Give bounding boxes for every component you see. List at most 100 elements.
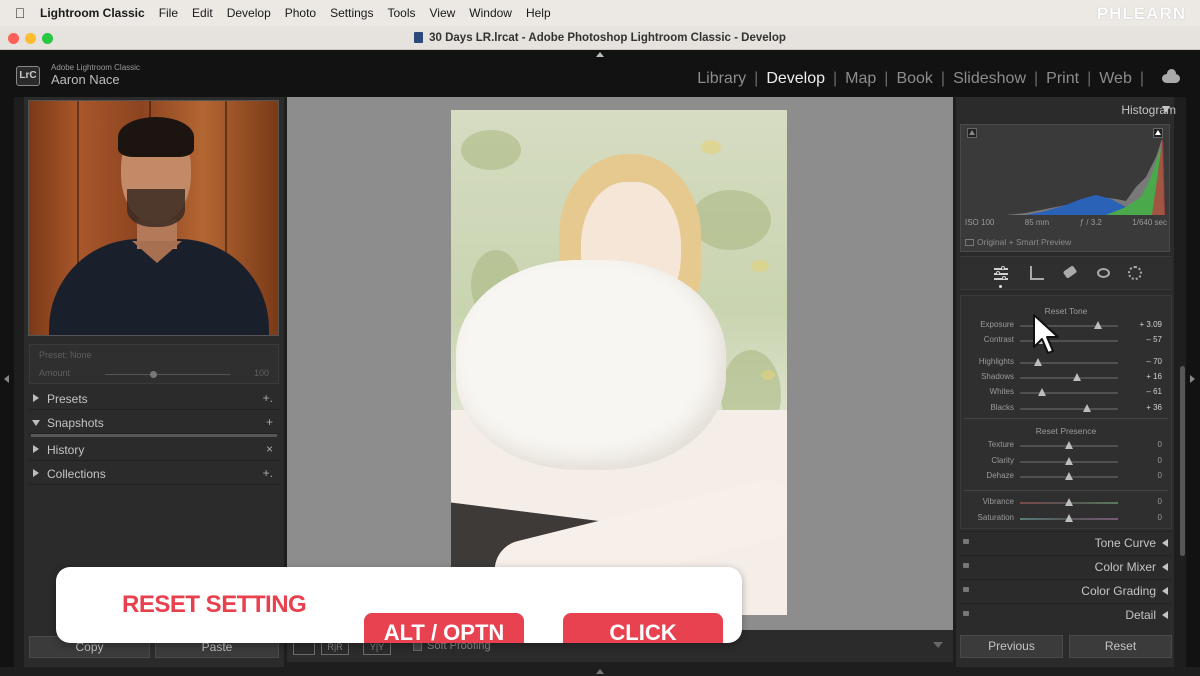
color-grading-section[interactable]: Color Grading [960,579,1172,601]
collections-section[interactable]: Collections +. [29,463,279,485]
expand-triangle-icon[interactable] [33,445,39,453]
menu-file[interactable]: File [159,6,178,20]
apple-icon[interactable]:  [0,5,40,21]
slider-clarity[interactable]: Clarity 0 [960,456,1172,468]
slider-knob[interactable] [1072,373,1081,381]
masking-icon[interactable] [1128,266,1142,280]
panel-switch-icon[interactable] [963,611,969,616]
slider-contrast[interactable]: Contrast – 57 [960,335,1172,347]
slider-shadows[interactable]: Shadows + 16 [960,372,1172,384]
slider-value[interactable]: 0 [1158,471,1162,480]
amount-slider-knob[interactable] [150,371,157,378]
slider-value[interactable]: – 57 [1146,335,1162,344]
module-library[interactable]: Library [697,70,746,88]
panel-switch-icon[interactable] [963,587,969,592]
histogram-collapse-icon[interactable] [1162,106,1170,113]
snapshots-section[interactable]: Snapshots + [29,412,279,434]
panel-switch-icon[interactable] [963,563,969,568]
slider-knob[interactable] [1082,404,1091,412]
healing-eraser-icon[interactable] [1062,265,1078,279]
expand-triangle-icon[interactable] [1162,563,1168,571]
module-print[interactable]: Print [1046,70,1079,88]
menu-photo[interactable]: Photo [285,6,316,20]
slider-value[interactable]: 0 [1158,456,1162,465]
collapse-left-icon[interactable] [4,375,9,383]
slider-track[interactable] [1020,392,1118,394]
slider-knob[interactable] [1065,457,1073,465]
menu-develop[interactable]: Develop [227,6,271,20]
slider-track[interactable] [1020,408,1118,410]
slider-saturation[interactable]: Saturation 0 [960,513,1172,525]
slider-value[interactable]: + 3.09 [1140,320,1162,329]
menu-tools[interactable]: Tools [387,6,415,20]
slider-knob[interactable] [1094,321,1103,329]
soft-proofing-checkbox[interactable] [413,642,422,651]
detail-section[interactable]: Detail [960,603,1172,625]
minimize-window-button[interactable] [25,33,36,44]
history-section[interactable]: History × [29,439,279,461]
slider-value[interactable]: – 61 [1146,387,1162,396]
snapshots-list-scroller[interactable] [31,434,277,437]
module-web[interactable]: Web [1099,70,1132,88]
crop-icon[interactable] [1030,266,1044,280]
left-panel-edge[interactable] [0,97,14,667]
slider-blacks[interactable]: Blacks + 36 [960,403,1172,415]
expand-triangle-icon[interactable] [33,469,39,477]
zoom-window-button[interactable] [42,33,53,44]
slider-track[interactable] [1020,377,1118,379]
menu-settings[interactable]: Settings [330,6,373,20]
slider-whites[interactable]: Whites – 61 [960,387,1172,399]
clear-history-icon[interactable]: × [266,442,273,456]
amount-slider-track[interactable] [105,374,230,375]
tone-curve-section[interactable]: Tone Curve [960,531,1172,553]
reset-tone-label[interactable]: Reset Tone [960,306,1172,316]
menu-help[interactable]: Help [526,6,551,20]
slider-value[interactable]: 0 [1158,440,1162,449]
expand-triangle-icon[interactable] [1162,611,1168,619]
presets-section[interactable]: Presets +. [29,388,279,410]
slider-knob[interactable] [1033,358,1042,366]
module-book[interactable]: Book [896,70,932,88]
slider-dehaze[interactable]: Dehaze 0 [960,471,1172,483]
slider-value[interactable]: + 16 [1146,372,1162,381]
module-map[interactable]: Map [845,70,876,88]
close-window-button[interactable] [8,33,19,44]
collapse-triangle-icon[interactable] [32,420,40,426]
original-smart-preview[interactable]: Original + Smart Preview [965,237,1071,247]
module-slideshow[interactable]: Slideshow [953,70,1026,88]
reset-button[interactable]: Reset [1069,635,1172,658]
slider-value[interactable]: – 70 [1146,357,1162,366]
add-preset-icon[interactable]: +. [263,391,273,405]
add-collection-icon[interactable]: +. [263,466,273,480]
add-snapshot-icon[interactable]: + [266,415,273,429]
slider-vibrance[interactable]: Vibrance 0 [960,497,1172,509]
expand-triangle-icon[interactable] [1162,539,1168,547]
reset-presence-label[interactable]: Reset Presence [960,426,1172,436]
previous-button[interactable]: Previous [960,635,1063,658]
slider-exposure[interactable]: Exposure + 3.09 [960,320,1172,332]
red-eye-icon[interactable] [1097,268,1110,278]
slider-highlights[interactable]: Highlights – 70 [960,357,1172,369]
collapse-filmstrip-icon[interactable] [596,669,604,674]
slider-knob[interactable] [1065,498,1073,506]
slider-knob[interactable] [1037,388,1046,396]
slider-knob[interactable] [1065,514,1073,522]
histogram[interactable] [960,124,1170,252]
slider-knob[interactable] [1065,441,1073,449]
collapse-right-icon[interactable] [1190,375,1195,383]
edited-photo[interactable] [451,110,787,615]
right-panel-scrollbar[interactable] [1180,366,1185,556]
toolbar-dropdown-icon[interactable] [933,642,943,648]
slider-knob[interactable] [1065,472,1073,480]
expand-triangle-icon[interactable] [1162,587,1168,595]
slider-value[interactable]: + 36 [1146,403,1162,412]
cloud-sync-icon[interactable] [1162,68,1180,83]
menu-edit[interactable]: Edit [192,6,213,20]
slider-value[interactable]: 0 [1158,513,1162,522]
menu-app-name[interactable]: Lightroom Classic [40,6,145,20]
module-develop[interactable]: Develop [766,70,825,88]
panel-switch-icon[interactable] [963,539,969,544]
edit-sliders-icon[interactable] [994,266,1008,280]
slider-value[interactable]: 0 [1158,497,1162,506]
menu-window[interactable]: Window [469,6,512,20]
